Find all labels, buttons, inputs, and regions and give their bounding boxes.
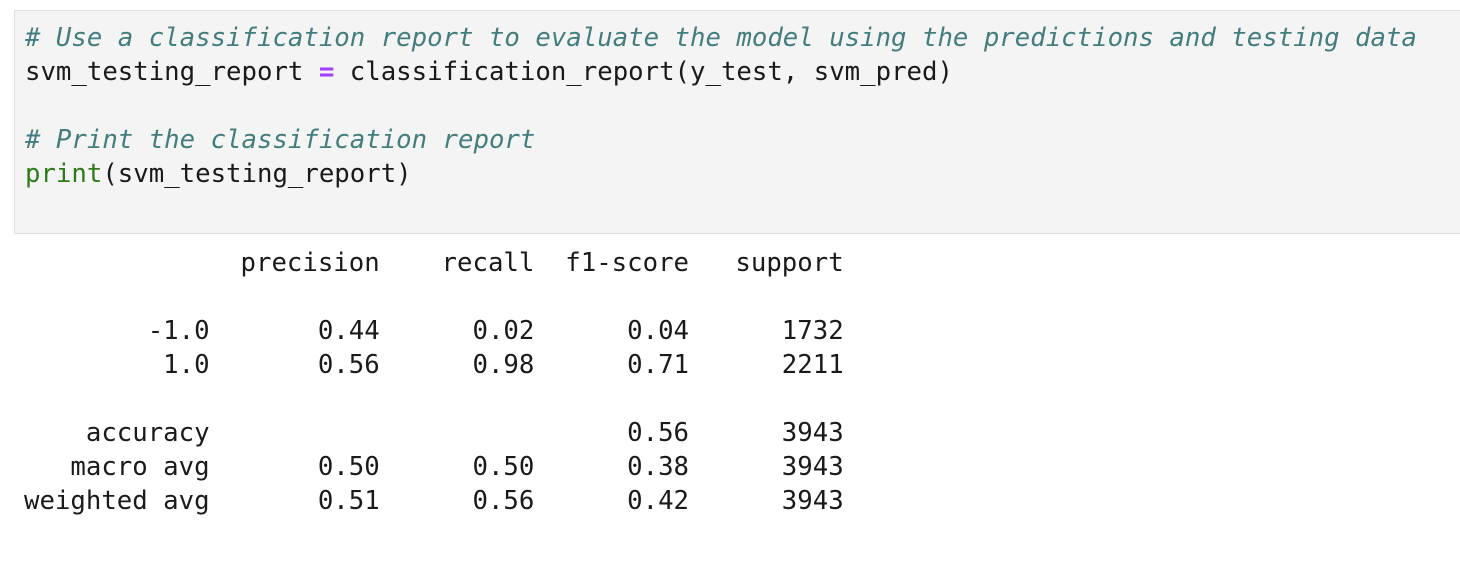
- report-row: 1.0 0.56 0.98 0.71 2211: [24, 350, 844, 380]
- code-comment: # Use a classification report to evaluat…: [25, 23, 1417, 53]
- code-cell-input[interactable]: # Use a classification report to evaluat…: [14, 10, 1460, 234]
- code-comment: # Print the classification report: [25, 125, 536, 155]
- report-blank: [24, 382, 844, 416]
- code-line-print: print(svm_testing_report): [25, 157, 1417, 191]
- code-editor[interactable]: # Use a classification report to evaluat…: [25, 21, 1417, 191]
- report-row-accuracy: accuracy 0.56 3943: [24, 418, 844, 448]
- function-call: classification_report(y_test, svm_pred): [349, 57, 953, 87]
- print-args: (svm_testing_report): [102, 159, 412, 189]
- assign-operator: =: [318, 57, 335, 87]
- code-line-assignment: svm_testing_report = classification_repo…: [25, 55, 1417, 89]
- report-row-weighted-avg: weighted avg 0.51 0.56 0.42 3943: [24, 486, 844, 516]
- cell-output: precision recall f1-score support -1.0 0…: [24, 246, 844, 518]
- variable: svm_testing_report: [25, 57, 304, 87]
- report-row: -1.0 0.44 0.02 0.04 1732: [24, 316, 844, 346]
- report-row-macro-avg: macro avg 0.50 0.50 0.38 3943: [24, 452, 844, 482]
- report-blank: [24, 280, 844, 314]
- report-header: precision recall f1-score support: [24, 248, 844, 278]
- builtin-print: print: [25, 159, 103, 189]
